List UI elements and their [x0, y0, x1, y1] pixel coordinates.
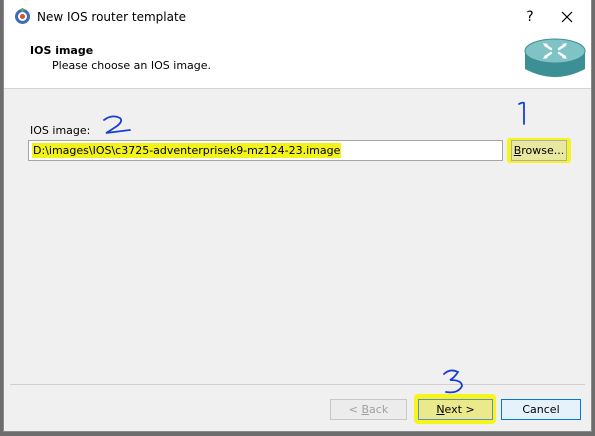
- annotation-number-1: [518, 101, 525, 125]
- router-icon: [524, 38, 586, 77]
- browse-button[interactable]: Browse...: [511, 140, 567, 161]
- footer-divider: [10, 384, 585, 385]
- wizard-header: IOS image Please choose an IOS image.: [4, 34, 591, 89]
- back-label: B: [361, 403, 370, 416]
- annotation-number-2: [103, 115, 131, 134]
- next-button[interactable]: Next >: [418, 399, 493, 420]
- page-subtitle: Please choose an IOS image.: [52, 59, 212, 72]
- back-button[interactable]: < Back: [330, 399, 407, 420]
- new-ios-router-template-dialog: New IOS router template ? IOS image Plea…: [3, 0, 592, 432]
- window-title: New IOS router template: [37, 10, 187, 24]
- page-title: IOS image: [30, 44, 94, 57]
- ios-image-path-input[interactable]: D:\images\IOS\c3725-adventerprisek9-mz12…: [28, 140, 503, 161]
- gns3-app-icon: [15, 8, 30, 24]
- ios-image-label: IOS image:: [30, 124, 91, 137]
- ios-image-path-value: D:\images\IOS\c3725-adventerprisek9-mz12…: [32, 143, 342, 158]
- cancel-button[interactable]: Cancel: [501, 399, 581, 420]
- annotation-number-3: [443, 369, 463, 394]
- title-bar: New IOS router template ?: [4, 0, 591, 34]
- help-button[interactable]: ?: [519, 6, 541, 28]
- close-icon[interactable]: [555, 6, 579, 28]
